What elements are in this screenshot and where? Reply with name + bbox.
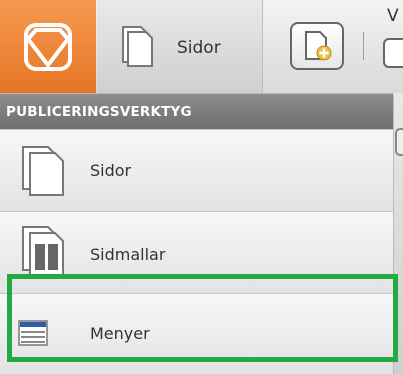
right-edge-button[interactable] (395, 128, 403, 156)
tab-sidor-label: Sidor (177, 38, 221, 58)
tab-sidor[interactable]: Sidor (97, 0, 263, 93)
toolbar-partial-label: V (387, 6, 399, 26)
brand-logo-icon (24, 22, 72, 71)
add-page-button[interactable] (290, 22, 344, 70)
brand-logo-button[interactable] (0, 0, 96, 93)
menu-item-menyer[interactable]: Menyer (0, 293, 393, 374)
top-toolbar: Sidor V (0, 0, 403, 94)
pages-icon (22, 146, 64, 196)
toolbar-separator (363, 32, 364, 60)
toolbar-partial-button[interactable] (383, 38, 403, 68)
publishing-tools-menu: PUBLICERINGSVERKTYG Sidor Sidmallar Meny… (0, 94, 394, 374)
menu-item-sidor[interactable]: Sidor (0, 129, 393, 211)
add-page-icon (305, 31, 332, 61)
pages-icon (122, 26, 153, 67)
menu-item-label: Sidor (90, 161, 132, 180)
menu-list-icon (18, 320, 48, 346)
menu-header: PUBLICERINGSVERKTYG (0, 94, 393, 129)
menu-item-label: Sidmallar (90, 245, 166, 264)
menu-item-label: Menyer (90, 324, 150, 343)
page-templates-icon (22, 226, 64, 277)
menu-item-sidmallar[interactable]: Sidmallar (0, 211, 393, 293)
